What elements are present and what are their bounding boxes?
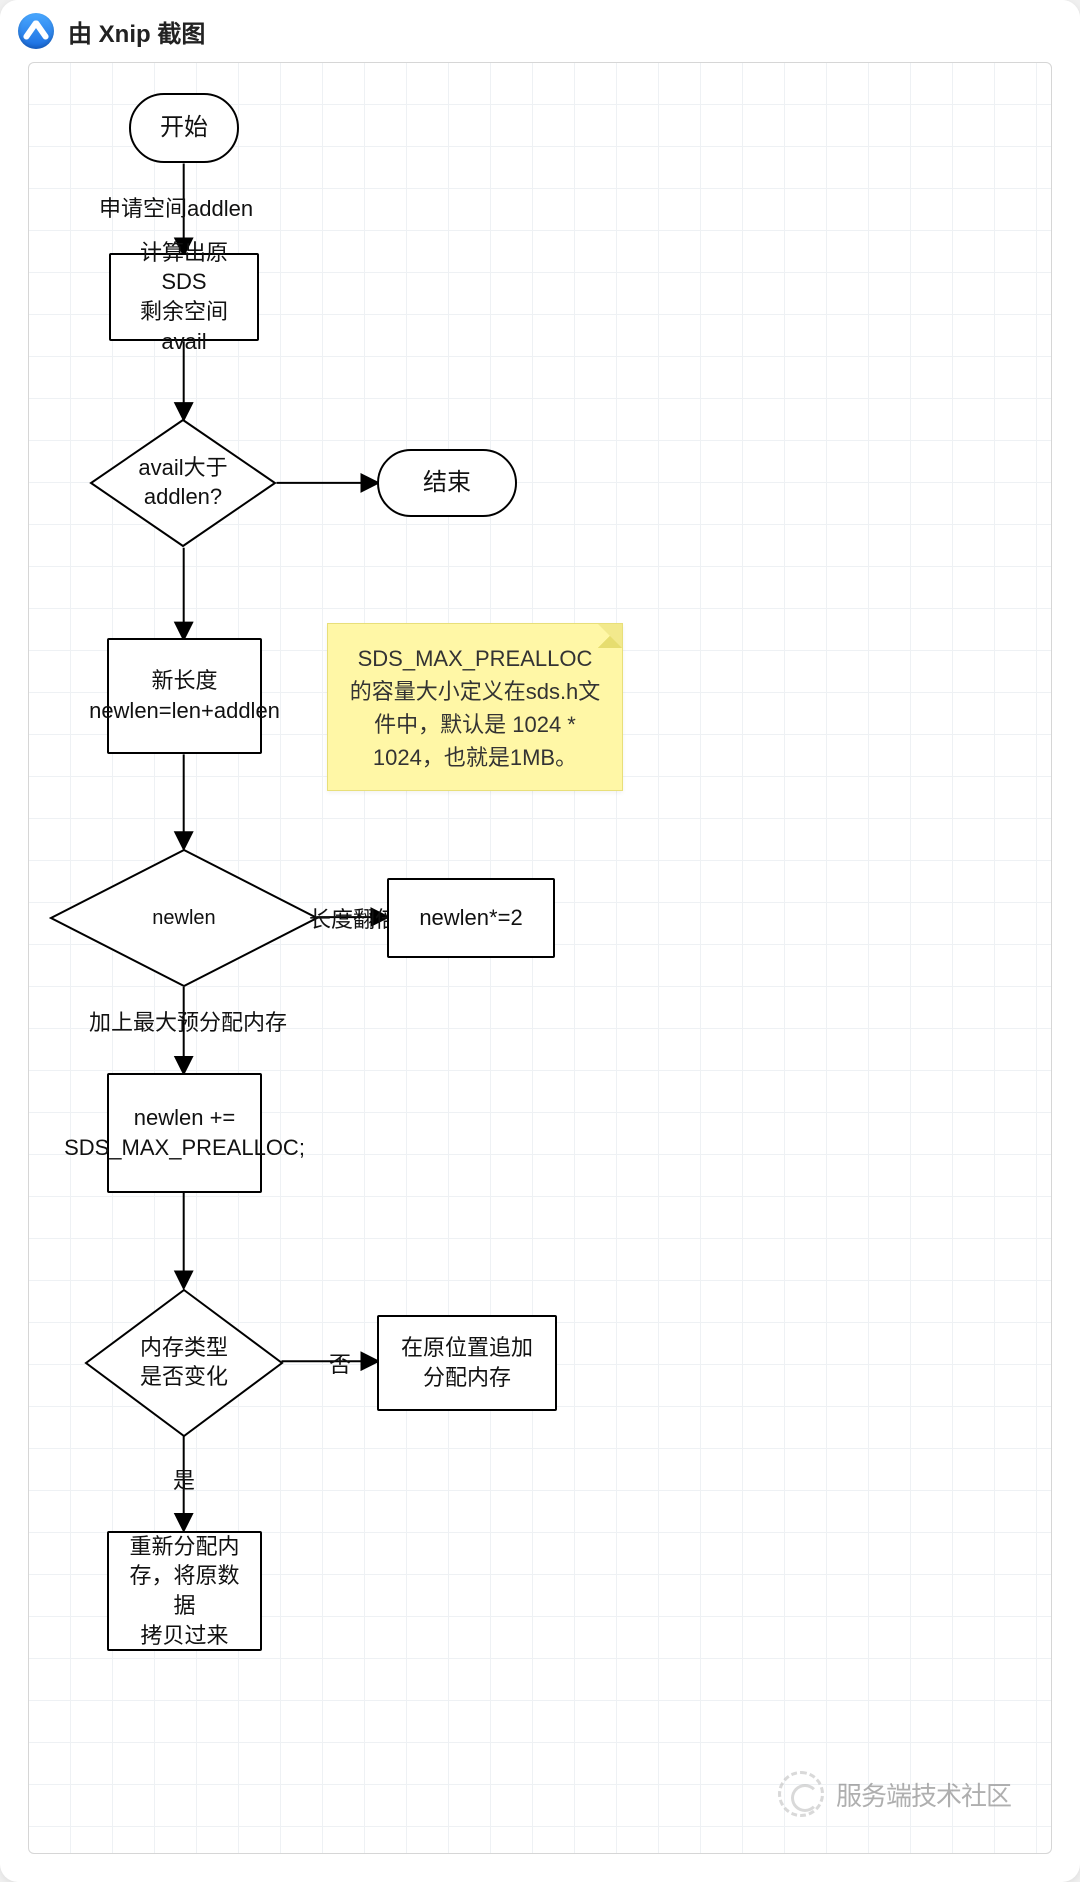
titlebar: 由 Xnip 截图	[0, 0, 1080, 62]
node-check-prealloc: newlen	[49, 848, 319, 988]
node-start: 开始	[129, 93, 239, 163]
wechat-icon	[778, 1771, 824, 1817]
titlebar-text: 由 Xnip 截图	[68, 14, 205, 49]
flowchart-canvas: 开始 申请空间addlen 计算出原SDS剩余空间avail avail大于ad…	[28, 62, 1052, 1854]
xnip-scissors-icon	[18, 13, 54, 49]
edge-label-apply-addlen: 申请空间addlen	[99, 191, 253, 223]
node-calc-avail: 计算出原SDS剩余空间avail	[109, 253, 259, 341]
node-type-change: 内存类型是否变化	[84, 1288, 284, 1438]
node-realloc-inplace: 在原位置追加分配内存	[377, 1315, 557, 1411]
edge-label-no: 否	[329, 1347, 351, 1379]
sticky-note: SDS_MAX_PREALLOC的容量大小定义在sds.h文件中，默认是 102…	[327, 623, 623, 791]
screenshot-window: 由 Xnip 截图	[0, 0, 1080, 1882]
edge-label-len-double: 长度翻倍	[309, 902, 397, 934]
node-realloc-copy: 重新分配内存，将原数据拷贝过来	[107, 1531, 262, 1651]
watermark: 服务端技术社区	[778, 1771, 1011, 1817]
edge-label-yes: 是	[173, 1463, 195, 1495]
node-end: 结束	[377, 449, 517, 517]
edge-label-add-max-prealloc: 加上最大预分配内存	[89, 1005, 287, 1037]
node-newlen-assign: 新长度newlen=len+addlen	[107, 638, 262, 754]
node-add-prealloc: newlen +=SDS_MAX_PREALLOC;	[107, 1073, 262, 1193]
node-check-avail: avail大于addlen?	[89, 418, 277, 548]
node-double: newlen*=2	[387, 878, 555, 958]
